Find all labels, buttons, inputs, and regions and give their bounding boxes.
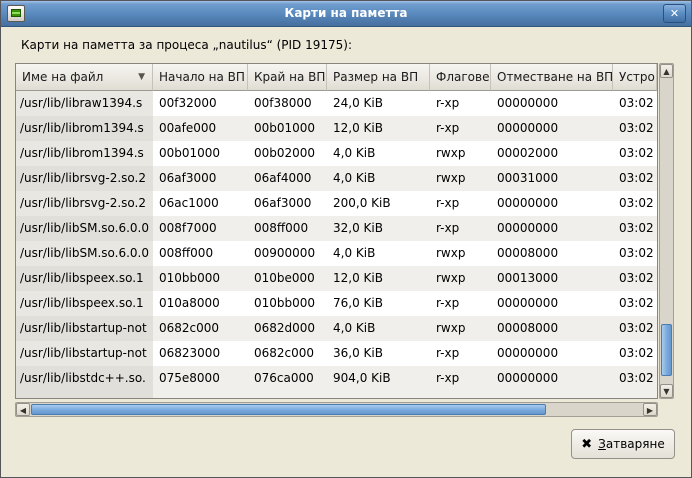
table-row[interactable]: /usr/lib/librom1394.s 00b01000 00b02000 … (16, 141, 657, 166)
window-title: Карти на паметта (1, 6, 691, 20)
arrow-up-icon: ▲ (663, 67, 669, 76)
titlebar[interactable]: Карти на паметта ✕ (1, 1, 691, 27)
memory-maps-table: Име на файл ▼ Начало на ВП Край на ВП Ра… (15, 63, 658, 399)
table-row[interactable]: /usr/lib/libspeex.so.1 010bb000 010be000… (16, 266, 657, 291)
table-row[interactable]: /usr/lib/libSM.so.6.0.0 008f7000 008ff00… (16, 216, 657, 241)
column-header-vm-size[interactable]: Размер на ВП (327, 64, 430, 91)
table-row[interactable]: /usr/lib/librsvg-2.so.2 06ac1000 06af300… (16, 191, 657, 216)
table-row[interactable]: /usr/lib/libstartup-not 0682c000 0682d00… (16, 316, 657, 341)
table-row[interactable]: /usr/lib/libraw1394.s 00f32000 00f38000 … (16, 91, 657, 116)
scroll-left-button[interactable]: ◀ (16, 403, 30, 416)
column-header-vm-start[interactable]: Начало на ВП (153, 64, 248, 91)
column-header-vm-offset[interactable]: Отместване на ВП (491, 64, 613, 91)
column-header-device[interactable]: Устро (613, 64, 657, 91)
column-header-flags[interactable]: Флагове (430, 64, 491, 91)
close-x-icon: ✖ (581, 437, 592, 452)
scroll-right-button[interactable]: ▶ (643, 403, 657, 416)
memory-maps-dialog: Карти на паметта ✕ Карти на паметта за п… (0, 0, 692, 478)
table-row-partial (16, 391, 657, 398)
close-icon: ✕ (670, 7, 679, 20)
arrow-down-icon: ▼ (663, 387, 669, 396)
table-row[interactable]: /usr/lib/libSM.so.6.0.0 008ff000 0090000… (16, 241, 657, 266)
horizontal-scrollbar-thumb[interactable] (31, 404, 546, 415)
close-dialog-button[interactable]: ✖ Затваряне (571, 429, 675, 459)
vertical-scrollbar-thumb[interactable] (661, 324, 672, 376)
close-button-label: Затваряне (598, 437, 665, 451)
horizontal-scrollbar[interactable]: ◀ ▶ (15, 402, 658, 417)
table-row[interactable]: /usr/lib/librsvg-2.so.2 06af3000 06af400… (16, 166, 657, 191)
table-row[interactable]: /usr/lib/libstdc++.so. 075e8000 076ca000… (16, 366, 657, 391)
table-row[interactable]: /usr/lib/libspeex.so.1 010a8000 010bb000… (16, 291, 657, 316)
column-header-filename[interactable]: Име на файл ▼ (16, 64, 153, 91)
scroll-down-button[interactable]: ▼ (660, 384, 673, 398)
arrow-right-icon: ▶ (647, 406, 653, 415)
column-header-vm-end[interactable]: Край на ВП (248, 64, 327, 91)
table-row[interactable]: /usr/lib/librom1394.s 00afe000 00b01000 … (16, 116, 657, 141)
close-window-button[interactable]: ✕ (663, 4, 686, 23)
scroll-up-button[interactable]: ▲ (660, 64, 673, 78)
sort-desc-icon: ▼ (138, 64, 145, 91)
table-row[interactable]: /usr/lib/libstartup-not 06823000 0682c00… (16, 341, 657, 366)
table-header: Име на файл ▼ Начало на ВП Край на ВП Ра… (16, 64, 657, 91)
vertical-scrollbar[interactable]: ▲ ▼ (659, 63, 674, 399)
process-description-label: Карти на паметта за процеса „nautilus“ (… (21, 38, 352, 52)
arrow-left-icon: ◀ (20, 406, 26, 415)
